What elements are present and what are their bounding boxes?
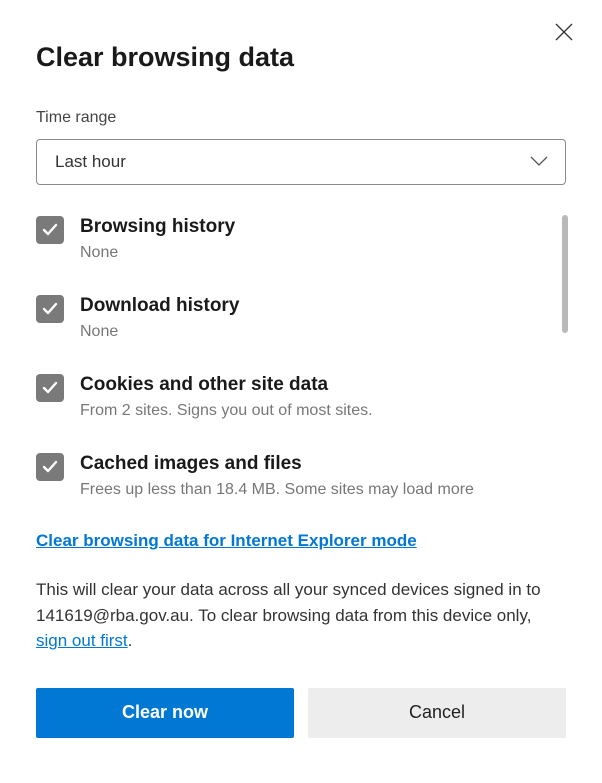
info-prefix: This will clear your data across all you… [36, 580, 541, 625]
sync-info-text: This will clear your data across all you… [36, 577, 566, 654]
check-icon [41, 221, 59, 239]
close-icon [555, 23, 573, 41]
time-range-select[interactable]: Last hour [36, 139, 566, 185]
options-list: Browsing history None Download history N… [36, 215, 566, 501]
option-download-history: Download history None [36, 294, 566, 343]
option-cached-images: Cached images and files Frees up less th… [36, 452, 566, 501]
dialog-title: Clear browsing data [36, 42, 566, 73]
option-desc: From 2 sites. Signs you out of most site… [80, 400, 546, 422]
option-title: Cached images and files [80, 452, 546, 477]
option-title: Cookies and other site data [80, 373, 546, 398]
time-range-value: Last hour [55, 152, 126, 172]
check-icon [41, 300, 59, 318]
option-cookies: Cookies and other site data From 2 sites… [36, 373, 566, 422]
option-title: Browsing history [80, 215, 546, 240]
clear-now-button[interactable]: Clear now [36, 688, 294, 738]
time-range-label: Time range [36, 109, 566, 127]
option-desc: None [80, 242, 546, 264]
check-icon [41, 379, 59, 397]
info-suffix: . [128, 631, 133, 650]
checkbox-download-history[interactable] [36, 295, 64, 323]
option-desc: None [80, 321, 546, 343]
scrollbar-thumb[interactable] [562, 215, 568, 333]
checkbox-cookies[interactable] [36, 374, 64, 402]
clear-browsing-data-dialog: Clear browsing data Time range Last hour… [0, 0, 602, 783]
check-icon [41, 458, 59, 476]
checkbox-browsing-history[interactable] [36, 216, 64, 244]
checkbox-cached-images[interactable] [36, 453, 64, 481]
chevron-down-icon [529, 152, 549, 172]
sign-out-link[interactable]: sign out first [36, 628, 128, 654]
close-button[interactable] [548, 16, 580, 48]
option-title: Download history [80, 294, 546, 319]
dialog-buttons: Clear now Cancel [36, 688, 566, 738]
ie-mode-link[interactable]: Clear browsing data for Internet Explore… [36, 531, 417, 551]
cancel-button[interactable]: Cancel [308, 688, 566, 738]
option-browsing-history: Browsing history None [36, 215, 566, 264]
option-desc: Frees up less than 18.4 MB. Some sites m… [80, 479, 546, 501]
